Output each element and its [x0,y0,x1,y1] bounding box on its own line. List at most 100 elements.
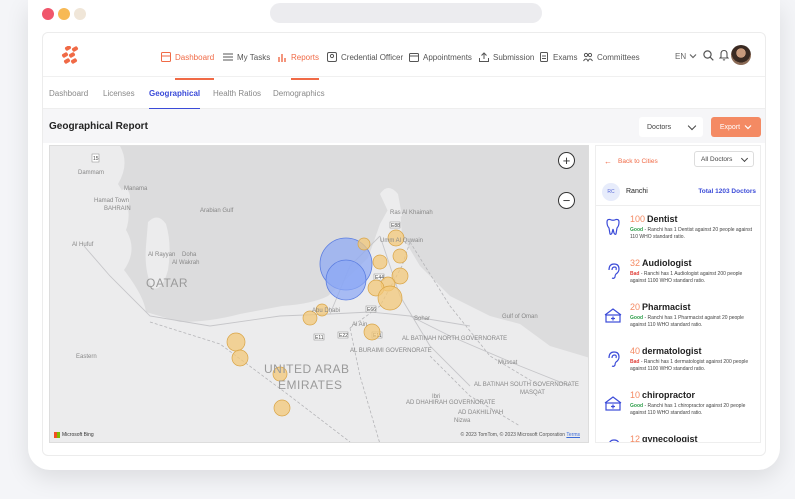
ratio-desc-text: - Ranchi has 1 Pharmacist against 20 peo… [630,315,744,328]
tab-health-ratios[interactable]: Health Ratios [213,89,261,98]
zoom-in-button[interactable]: + [558,152,575,169]
map-bubble[interactable] [231,349,249,367]
pharmacy-icon [604,308,622,323]
attribution-text: © 2023 TomTom, © 2023 Microsoft Corporat… [460,432,566,438]
category-select[interactable]: Doctors [639,117,703,137]
map-bubble[interactable] [273,399,291,417]
app-window: Dashboard My Tasks Reports Credential Of… [42,32,766,456]
map-bubble[interactable] [325,259,367,301]
chevron-down-icon [744,125,752,130]
top-navigation: Dashboard My Tasks Reports Credential Of… [43,33,765,80]
map-label: Umm Al Quwain [380,238,424,244]
nav-dashboard[interactable]: Dashboard [161,47,215,80]
road-shield-label: E11 [315,335,324,341]
map-bubble[interactable] [392,248,408,264]
terms-link[interactable]: Terms [566,432,580,438]
language-selector[interactable]: EN [675,47,697,65]
map-label: Al Rayyan [148,252,176,258]
nav-committees[interactable]: Committees [583,47,640,67]
nav-my-tasks-label: My Tasks [237,52,271,62]
ratio-heading: 20 Pharmacist [630,302,691,312]
map-label: Muscat [498,360,518,366]
search-icon[interactable] [703,50,714,61]
map-label: Manama [124,186,148,192]
ratio-title: Audiologist [642,258,692,268]
ratio-status: Good [630,227,644,233]
ratio-item[interactable]: 10 chiropractor Good - Ranchi has 1 chiro… [596,386,760,428]
nav-my-tasks[interactable]: My Tasks [223,47,270,67]
ratio-title: gynecologist [642,434,698,443]
nav-reports-label: Reports [291,52,320,62]
ratio-description: Bad - Ranchi has 1 Audiologist against 2… [630,271,756,285]
ratio-heading: 40 dermatologist [630,346,702,356]
chevron-down-icon [740,154,749,163]
map-label: AL BATINAH NORTH GOVERNORATE [402,336,508,342]
map-bubble[interactable] [357,237,371,251]
credential-icon [327,52,337,62]
back-to-cities-button[interactable]: ← Back to Cities [604,157,658,166]
tab-dashboard[interactable]: Dashboard [49,89,88,98]
geographical-map[interactable]: 15 E11 E22 E44 E66 E88 E11 [49,145,589,443]
ratio-count: 20 [630,302,641,312]
map-label: Dammam [78,170,105,176]
arrow-left-icon: ← [604,157,612,166]
close-window-icon[interactable] [42,8,54,20]
browser-chrome [28,0,780,30]
ratio-desc-text: - Ranchi has 1 dermatologist against 200… [630,359,749,372]
road-shield-label: E66 [367,307,376,313]
export-button[interactable]: Export [711,117,761,137]
ear-icon [608,263,620,279]
road-shield-label: 15 [93,156,99,162]
ratio-status: Good [630,315,644,321]
map-label: BAHRAIN [104,206,131,212]
ratio-count: 10 [630,390,641,400]
ratio-item[interactable]: 20 Pharmacist Good - Ranchi has 1 Pharmac… [596,298,760,340]
ratio-heading: 32 Audiologist [630,258,692,268]
tab-licenses[interactable]: Licenses [103,89,135,98]
road-shield-label: E22 [339,333,348,339]
tooth-icon [606,218,620,235]
zoom-out-label: − [562,193,571,208]
minimize-window-icon[interactable] [58,8,70,20]
ratio-item[interactable]: 40 dermatologist Bad - Ranchi has 1 derma… [596,342,760,384]
tab-geographical[interactable]: Geographical [149,89,201,110]
page-title: Geographical Report [49,121,148,132]
user-avatar[interactable] [731,45,751,65]
ratio-item[interactable]: 12 gynecologist [596,430,760,443]
ratio-desc-text: - Ranchi has 1 Audiologist against 200 p… [630,271,743,284]
nav-appointments[interactable]: Appointments [409,47,472,67]
maximize-window-icon[interactable] [74,8,86,20]
map-label-country: EMIRATES [278,378,343,392]
map-label: Nizwa [454,418,471,424]
nav-credential-officer[interactable]: Credential Officer [327,47,403,67]
map-label: Al Hufuf [72,242,94,248]
zoom-out-button[interactable]: − [558,192,575,209]
tab-demographics[interactable]: Demographics [273,89,325,98]
doctor-type-select[interactable]: All Doctors [694,151,754,167]
pharmacy-icon [604,396,622,411]
nav-submission[interactable]: Submission [479,47,534,67]
nav-credential-officer-label: Credential Officer [341,52,404,62]
reports-icon [278,54,286,62]
map-bubble[interactable] [372,254,388,270]
ratio-desc-text: - Ranchi has 1 Dentist against 20 people… [630,227,753,240]
dashboard-icon [161,52,171,62]
map-bubble[interactable] [377,285,403,311]
ratio-count: 100 [630,214,646,224]
ratio-item[interactable]: 100 Dentist Good - Ranchi has 1 Dentist a… [596,210,760,252]
nav-exams-label: Exams [553,52,578,62]
map-label: Hamad Town [94,198,129,204]
ratio-title: chiropractor [642,390,696,400]
ratio-title: dermatologist [642,346,702,356]
nav-exams[interactable]: Exams [539,47,577,67]
ratio-status: Good [630,403,644,409]
tasks-icon [223,53,233,61]
address-bar[interactable] [270,3,542,23]
map-bubble[interactable] [226,332,246,352]
nav-reports[interactable]: Reports [277,47,320,80]
chevron-down-icon [687,121,697,131]
ratio-item[interactable]: 32 Audiologist Bad - Ranchi has 1 Audiolo… [596,254,760,296]
bell-icon[interactable] [719,49,729,61]
ratio-description: Bad - Ranchi has 1 dermatologist against… [630,359,756,373]
app-logo-icon[interactable] [61,46,81,64]
